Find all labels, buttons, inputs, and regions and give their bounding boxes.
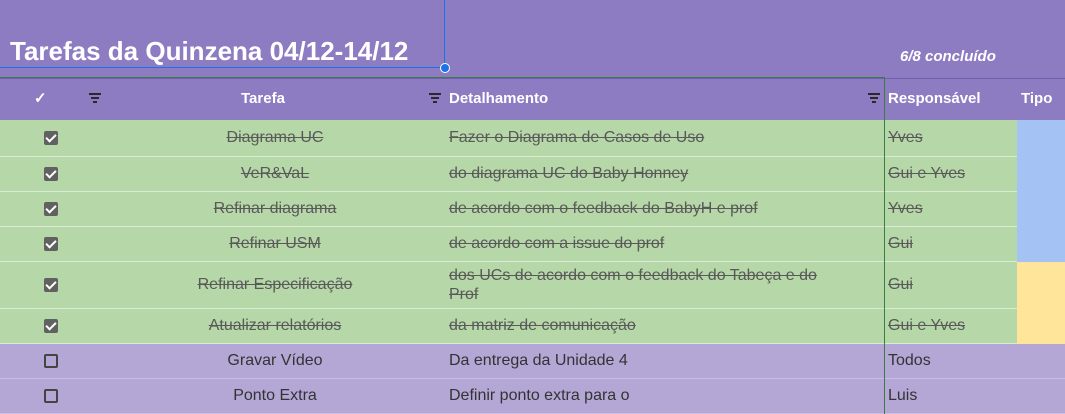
table-row: Atualizar relatórios da matriz de comuni… xyxy=(0,309,1065,344)
selection-drag-handle[interactable] xyxy=(440,63,450,73)
sheet-title: Tarefas da Quinzena 04/12-14/12 xyxy=(10,36,409,66)
checkbox-unchecked-icon[interactable] xyxy=(44,389,58,403)
header-type: Tipo xyxy=(1021,90,1053,107)
checkbox-checked-icon[interactable] xyxy=(44,167,58,181)
task-type-color[interactable] xyxy=(1017,227,1065,262)
column-header-row: ✓ Tarefa Detalhamento Responsável Tipo xyxy=(0,78,1065,118)
progress-summary: 6/8 concluído xyxy=(900,48,996,65)
row-checkbox[interactable] xyxy=(44,262,62,308)
task-type-color[interactable] xyxy=(1017,192,1065,227)
task-detail[interactable]: dos UCs de acordo com o feedback do Tabe… xyxy=(449,262,879,308)
header-check: ✓ xyxy=(34,90,47,107)
table-row: Ponto Extra Definir ponto extra para o L… xyxy=(0,379,1065,414)
task-type-color[interactable] xyxy=(1017,157,1065,192)
task-name[interactable]: Gravar Vídeo xyxy=(110,344,440,378)
table-row: Diagrama UC Fazer o Diagrama de Casos de… xyxy=(0,120,1065,157)
header-task: Tarefa xyxy=(241,90,285,107)
task-detail[interactable]: Da entrega da Unidade 4 xyxy=(449,344,879,378)
checkbox-checked-icon[interactable] xyxy=(44,319,58,333)
task-name[interactable]: Refinar USM xyxy=(110,227,440,261)
task-owner[interactable]: Gui xyxy=(888,262,1013,308)
table-row: VeR&VaL do diagrama UC do Baby Honney Gu… xyxy=(0,157,1065,192)
checkbox-checked-icon[interactable] xyxy=(44,202,58,216)
checkbox-checked-icon[interactable] xyxy=(44,131,58,145)
checkbox-unchecked-icon[interactable] xyxy=(44,354,58,368)
task-name[interactable]: VeR&VaL xyxy=(110,157,440,191)
filter-icon[interactable] xyxy=(89,93,101,103)
table-row: Gravar Vídeo Da entrega da Unidade 4 Tod… xyxy=(0,344,1065,379)
task-name[interactable]: Refinar diagrama xyxy=(110,192,440,226)
column-divider xyxy=(884,78,885,414)
row-checkbox[interactable] xyxy=(44,344,62,378)
filter-icon[interactable] xyxy=(429,93,441,103)
row-checkbox[interactable] xyxy=(44,309,62,343)
task-detail[interactable]: do diagrama UC do Baby Honney xyxy=(449,157,879,191)
task-type-color[interactable] xyxy=(1017,262,1065,309)
header-detail: Detalhamento xyxy=(449,90,549,107)
task-owner[interactable]: Luis xyxy=(888,379,1013,413)
task-owner[interactable]: Gui e Yves xyxy=(888,309,1013,343)
checkbox-checked-icon[interactable] xyxy=(44,237,58,251)
task-detail[interactable]: de acordo com o feedback do BabyH e prof xyxy=(449,192,879,226)
task-detail-line: Prof xyxy=(449,286,479,303)
task-name[interactable]: Ponto Extra xyxy=(110,379,440,413)
task-type-color[interactable] xyxy=(1017,309,1065,344)
row-checkbox[interactable] xyxy=(44,120,62,156)
task-name[interactable]: Atualizar relatórios xyxy=(110,309,440,343)
task-owner[interactable]: Todos xyxy=(888,344,1013,378)
row-checkbox[interactable] xyxy=(44,192,62,226)
task-owner[interactable]: Gui e Yves xyxy=(888,157,1013,191)
table-row: Refinar Especificação dos UCs de acordo … xyxy=(0,262,1065,309)
task-name[interactable]: Diagrama UC xyxy=(110,120,440,156)
task-type-color[interactable] xyxy=(1017,120,1065,157)
header-owner: Responsável xyxy=(888,90,981,107)
task-detail-line: dos UCs de acordo com o feedback do Tabe… xyxy=(449,267,817,284)
checkbox-checked-icon[interactable] xyxy=(44,278,58,292)
table-row: Refinar USM de acordo com a issue do pro… xyxy=(0,227,1065,262)
task-owner[interactable]: Yves xyxy=(888,192,1013,226)
row-checkbox[interactable] xyxy=(44,227,62,261)
task-detail[interactable]: de acordo com a issue do prof xyxy=(449,227,879,261)
task-owner[interactable]: Gui xyxy=(888,227,1013,261)
task-detail[interactable]: Definir ponto extra para o xyxy=(449,379,879,413)
task-detail[interactable]: Fazer o Diagrama de Casos de Uso xyxy=(449,120,879,156)
task-detail[interactable]: da matriz de comunicação xyxy=(449,309,879,343)
filter-icon[interactable] xyxy=(868,93,880,103)
task-owner[interactable]: Yves xyxy=(888,120,1013,156)
task-name[interactable]: Refinar Especificação xyxy=(110,262,440,308)
row-checkbox[interactable] xyxy=(44,379,62,413)
table-row: Refinar diagrama de acordo com o feedbac… xyxy=(0,192,1065,227)
row-checkbox[interactable] xyxy=(44,157,62,191)
